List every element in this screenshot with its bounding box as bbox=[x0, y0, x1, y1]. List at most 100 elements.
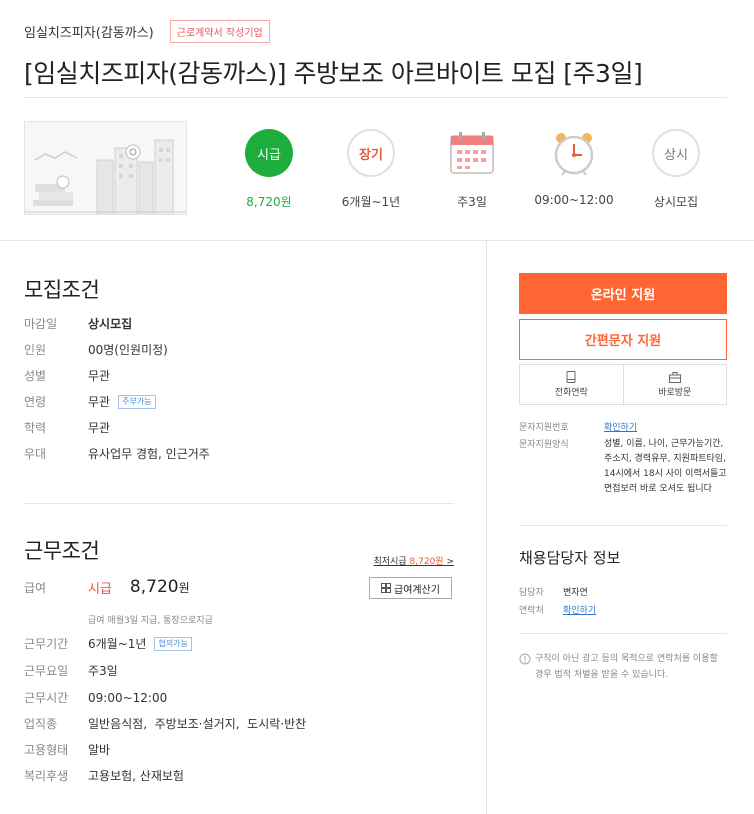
calendar-icon bbox=[450, 132, 494, 174]
visit-label: 바로방문 bbox=[658, 387, 692, 398]
cond-value: 주3일 bbox=[88, 664, 118, 678]
sms-format-row: 문자지원양식 성별, 이름, 나이, 근무가능기간, 주소지, 경력유무, 지원… bbox=[519, 437, 727, 497]
pay-unit: 원 bbox=[178, 580, 190, 595]
summary-time-value: 09:00~12:00 bbox=[534, 193, 614, 207]
cond-value: 09:00~12:00 bbox=[88, 690, 168, 705]
manager-name: 변자연 bbox=[563, 588, 588, 598]
cond-value: 무관 bbox=[88, 395, 111, 409]
work-row-category: 업직종 일반음식점, 주방보조·설거지, 도시락·반찬 bbox=[24, 715, 306, 732]
recruit-row-headcount: 인원 00명(인원미정) bbox=[24, 341, 168, 358]
summary-period-value: 6개월~1년 bbox=[341, 195, 401, 209]
cond-label: 근무시간 bbox=[24, 691, 69, 705]
info-label: 문자지원번호 bbox=[519, 423, 569, 433]
work-row-employment: 고용형태 알바 bbox=[24, 741, 110, 758]
min-wage-value: 8,720원 bbox=[409, 557, 444, 567]
cond-label: 학력 bbox=[24, 421, 47, 435]
calculator-label: 급여계산기 bbox=[394, 584, 440, 596]
wage-circle: 시급 bbox=[245, 129, 293, 177]
contract-badge: 근로계약서 작성기업 bbox=[169, 19, 270, 43]
info-label: 연락처 bbox=[519, 606, 544, 616]
work-row-days: 근무요일 주3일 bbox=[24, 662, 118, 679]
cond-label: 연령 bbox=[24, 395, 47, 409]
cond-label: 마감일 bbox=[24, 317, 58, 331]
summary-wage-value: 8,720원 bbox=[246, 195, 292, 209]
company-name[interactable]: 임실치즈피자(감동까스) bbox=[24, 22, 154, 41]
recruit-row-education: 학력 무관 bbox=[24, 419, 110, 436]
cond-label: 근무요일 bbox=[24, 664, 69, 678]
summary-days: 주3일 bbox=[417, 127, 527, 210]
summary-bar: 시급 8,720원 장기 6개월~1년 주3일 09:00~12:00 상시 상… bbox=[24, 121, 727, 217]
city-illustration-icon bbox=[25, 122, 186, 214]
cond-value: 무관 bbox=[88, 421, 111, 435]
cond-value: 알바 bbox=[88, 743, 111, 757]
work-row-hours: 근무시간 09:00~12:00 bbox=[24, 689, 167, 706]
apply-column: 온라인 지원 간편문자 지원 전화연락 바로방문 문자지원번호 확인하기 문자지… bbox=[519, 241, 727, 814]
min-wage-arrow: > bbox=[446, 557, 454, 567]
contact-buttons: 전화연락 바로방문 bbox=[519, 364, 727, 405]
work-row-benefits: 복리후생 고용보험, 산재보험 bbox=[24, 767, 184, 784]
summary-period: 장기 6개월~1년 bbox=[316, 127, 426, 210]
period-circle: 장기 bbox=[347, 129, 395, 177]
salary-calculator-button[interactable]: 급여계산기 bbox=[369, 577, 452, 599]
work-row-period: 근무기간 6개월~1년 협의가능 bbox=[24, 635, 192, 652]
section-separator bbox=[519, 525, 727, 526]
cond-label: 고용형태 bbox=[24, 743, 69, 757]
cond-value: 상시모집 bbox=[88, 317, 133, 331]
notice-text: 구직이 아닌 광고 등의 목적으로 연락처를 이용할 경우 법적 처벌을 받을 … bbox=[535, 654, 718, 680]
pay-type: 시급 bbox=[88, 581, 112, 597]
negotiable-tag: 협의가능 bbox=[154, 636, 192, 651]
cond-label: 복리후생 bbox=[24, 769, 69, 783]
company-image bbox=[24, 121, 187, 215]
cond-label: 급여 bbox=[24, 580, 47, 595]
legal-notice: 구직이 아닌 광고 등의 목적으로 연락처를 이용할 경우 법적 처벌을 받을 … bbox=[519, 651, 725, 683]
sms-format-text: 성별, 이름, 나이, 근무가능기간, 주소지, 경력유무, 지원파트타임, 1… bbox=[604, 439, 727, 494]
conditions-column: 모집조건 마감일 상시모집 인원 00명(인원미정) 성별 무관 연령 무관 주… bbox=[24, 241, 454, 814]
cond-value: 일반음식점, 주방보조·설거지, 도시락·반찬 bbox=[88, 717, 307, 731]
cond-value: 무관 bbox=[88, 369, 111, 383]
info-label: 문자지원양식 bbox=[519, 440, 569, 450]
manager-name-row: 담당자 변자연 bbox=[519, 585, 588, 598]
online-apply-button[interactable]: 온라인 지원 bbox=[519, 273, 727, 314]
recruit-circle: 상시 bbox=[652, 129, 700, 177]
calculator-icon bbox=[381, 583, 391, 593]
summary-time: 09:00~12:00 bbox=[519, 127, 629, 207]
summary-recruit: 상시 상시모집 bbox=[621, 127, 731, 210]
call-button[interactable]: 전화연락 bbox=[520, 365, 623, 404]
clock-icon bbox=[554, 133, 594, 176]
summary-days-value: 주3일 bbox=[457, 195, 487, 209]
recruit-row-deadline: 마감일 상시모집 bbox=[24, 315, 132, 332]
pay-row: 급여 시급 8,720 원 bbox=[24, 577, 190, 597]
visit-button[interactable]: 바로방문 bbox=[622, 365, 727, 404]
recruit-row-gender: 성별 무관 bbox=[24, 367, 110, 384]
cond-value: 고용보험, 산재보험 bbox=[88, 769, 184, 783]
info-icon bbox=[519, 653, 531, 665]
recruit-row-preference: 우대 유사업무 경험, 인근거주 bbox=[24, 445, 210, 462]
manager-title: 채용담당자 정보 bbox=[519, 549, 621, 567]
pay-amount: 8,720 bbox=[129, 577, 179, 597]
section-separator bbox=[519, 633, 727, 634]
min-wage-prefix: 최저시급 bbox=[373, 557, 407, 567]
contact-link[interactable]: 확인하기 bbox=[563, 603, 596, 616]
job-title: [임실치즈피자(감동까스)] 주방보조 아르바이트 모집 [주3일] bbox=[24, 59, 643, 88]
info-label: 담당자 bbox=[519, 588, 544, 598]
column-divider bbox=[486, 241, 487, 814]
min-wage-link[interactable]: 최저시급 8,720원 > bbox=[374, 554, 454, 567]
cond-label: 업직종 bbox=[24, 717, 58, 731]
briefcase-icon bbox=[668, 371, 681, 383]
cond-value: 6개월~1년 bbox=[88, 637, 147, 651]
sms-number-row: 문자지원번호 확인하기 bbox=[519, 420, 637, 433]
homemaker-ok-tag: 주부가능 bbox=[118, 394, 156, 409]
cond-label: 근무기간 bbox=[24, 637, 69, 651]
sms-number-link[interactable]: 확인하기 bbox=[604, 420, 637, 433]
summary-recruit-value: 상시모집 bbox=[653, 195, 699, 209]
pay-note: 급여 매월3일 지급, 통장으로지급 bbox=[88, 616, 213, 626]
manager-contact-row: 연락처 확인하기 bbox=[519, 603, 596, 616]
call-label: 전화연락 bbox=[554, 388, 588, 398]
cond-label: 인원 bbox=[24, 343, 47, 357]
sms-apply-button[interactable]: 간편문자 지원 bbox=[519, 319, 727, 360]
cond-label: 성별 bbox=[24, 369, 47, 383]
cond-value: 00명(인원미정) bbox=[88, 343, 168, 357]
summary-wage: 시급 8,720원 bbox=[214, 127, 324, 210]
recruit-title: 모집조건 bbox=[24, 278, 100, 302]
company-row: 임실치즈피자(감동까스) 근로계약서 작성기업 bbox=[24, 18, 727, 44]
